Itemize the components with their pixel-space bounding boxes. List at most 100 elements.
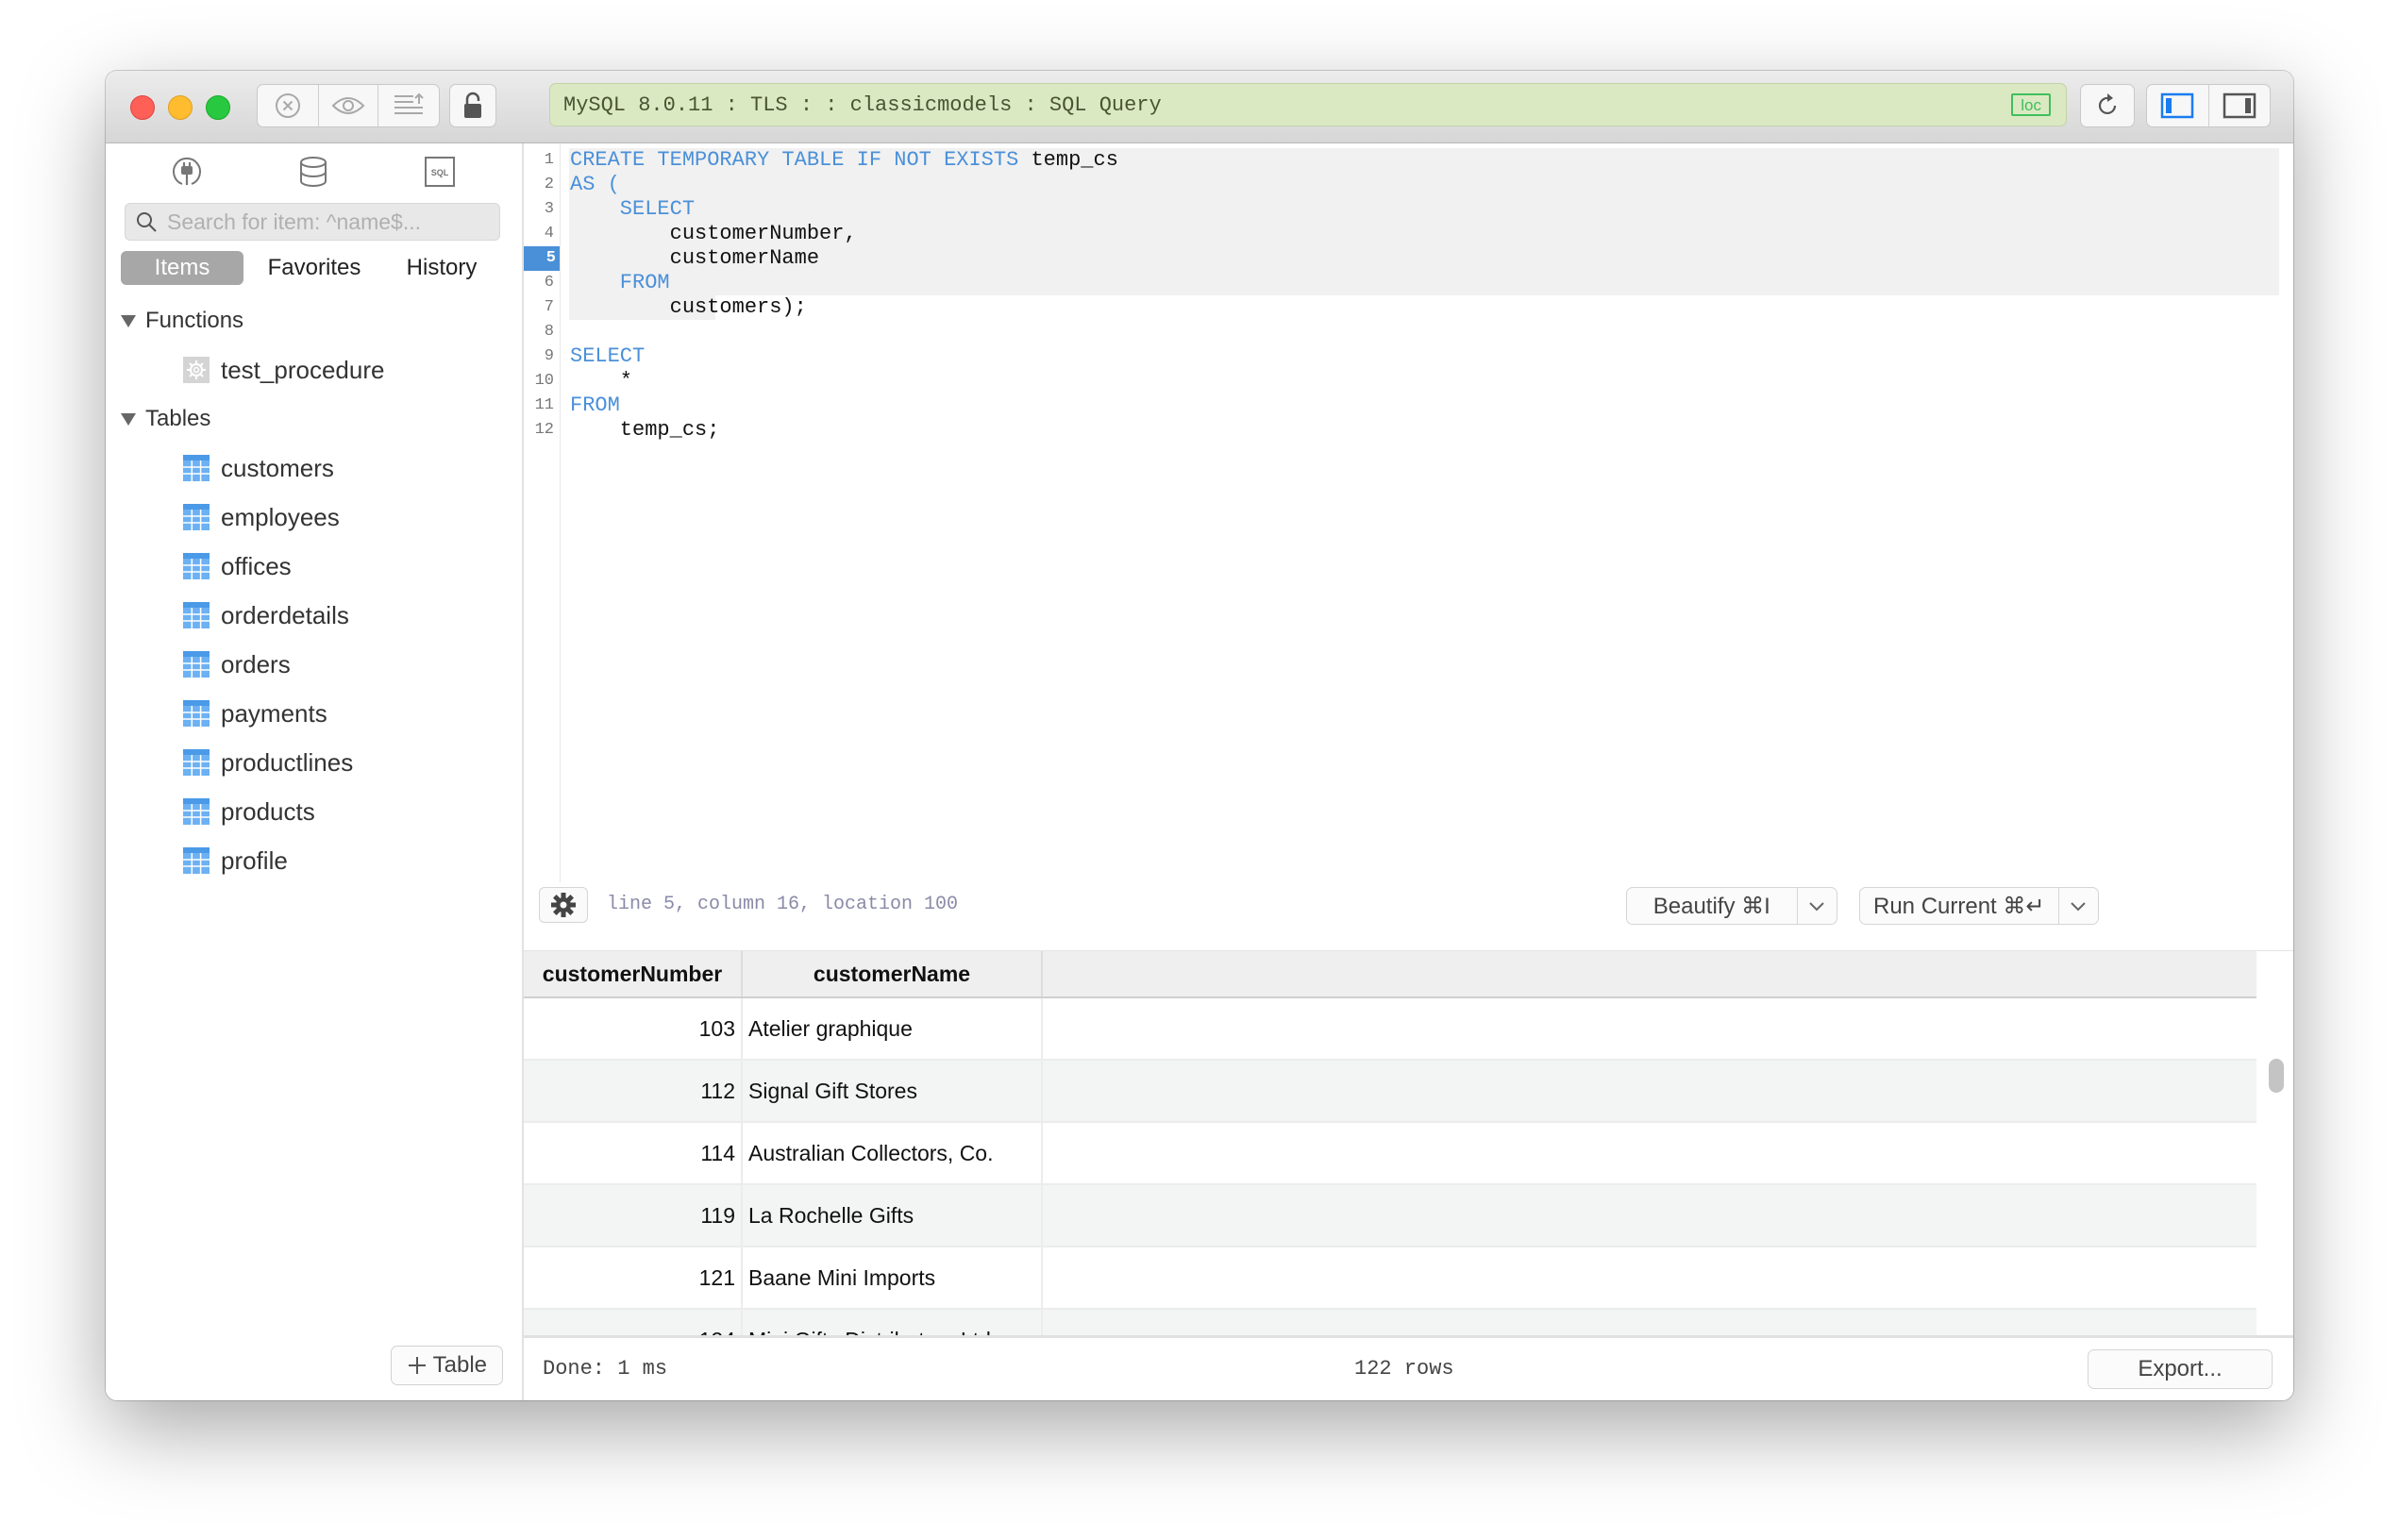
tab-history[interactable]: History [385, 251, 498, 285]
item-tree: Functions test_procedure Tables customer… [106, 296, 522, 885]
add-table-button[interactable]: Table [390, 1346, 503, 1385]
tab-favorites[interactable]: Favorites [243, 251, 385, 285]
sql-token: customerName [570, 246, 820, 270]
table-row[interactable]: 103 Atelier graphique [524, 998, 2256, 1061]
panel-toggle-group [2146, 84, 2271, 127]
table-label: products [221, 796, 315, 826]
table-item[interactable]: customers [106, 444, 522, 493]
cell-customername[interactable]: Signal Gift Stores [743, 1061, 1043, 1121]
connections-button[interactable] [168, 153, 206, 191]
minimize-window-button[interactable] [168, 95, 193, 120]
table-icon [183, 553, 210, 579]
table-item[interactable]: employees [106, 493, 522, 542]
sql-queries-button[interactable]: SQL [421, 153, 459, 191]
code-line: * [570, 369, 632, 393]
toggle-left-sidebar-button[interactable] [2147, 85, 2209, 126]
svg-text:SQL: SQL [431, 168, 449, 177]
cell-customernumber[interactable]: 112 [524, 1061, 743, 1121]
commit-button[interactable] [378, 85, 439, 126]
sql-keyword: FROM [570, 271, 670, 294]
databases-button[interactable] [294, 153, 332, 191]
cell-customername[interactable]: Atelier graphique [743, 998, 1043, 1059]
tab-items[interactable]: Items [121, 251, 243, 285]
table-label: employees [221, 502, 340, 531]
lock-open-icon [464, 92, 481, 118]
preview-button[interactable] [319, 85, 378, 126]
column-header-customernumber[interactable]: customerNumber [524, 951, 743, 996]
toolbar-action-group [257, 84, 440, 127]
code-line: CREATE TEMPORARY TABLE IF NOT EXISTS tem… [570, 148, 1118, 173]
table-list: customers employees offices orderdetails ord… [106, 444, 522, 885]
line-number: 4 [544, 225, 554, 243]
table-item[interactable]: payments [106, 689, 522, 738]
sql-keyword: ( [595, 173, 620, 196]
lock-button[interactable] [449, 84, 496, 127]
sql-editor[interactable]: 1 2 3 4 5 6 7 8 9 10 11 12 CREATE TEMPORARY TABLE I… [524, 143, 2293, 882]
function-item[interactable]: test_procedure [106, 345, 522, 394]
sql-keyword: AS [570, 173, 596, 196]
table-item[interactable]: orders [106, 640, 522, 689]
cell-customernumber[interactable]: 119 [524, 1185, 743, 1246]
table-item[interactable]: offices [106, 542, 522, 591]
search-icon [137, 212, 157, 232]
connection-text: MySQL 8.0.11 : TLS : : classicmodels : S… [563, 92, 1162, 117]
table-label: productlines [221, 747, 354, 777]
table-row[interactable]: 121 Baane Mini Imports [524, 1247, 2256, 1310]
table-item[interactable]: productlines [106, 738, 522, 787]
line-number: 3 [544, 200, 554, 218]
query-time: Done: 1 ms [543, 1357, 668, 1381]
close-circle-icon [276, 93, 300, 118]
table-item[interactable]: profile [106, 836, 522, 885]
export-button[interactable]: Export... [2088, 1349, 2273, 1389]
sql-token: customerNumber, [570, 222, 857, 245]
table-item[interactable]: products [106, 787, 522, 836]
table-label: payments [221, 698, 327, 728]
sql-token: * [570, 369, 633, 393]
stop-query-button[interactable] [258, 85, 319, 126]
results-scrollbar[interactable] [2269, 1059, 2284, 1093]
cell-customername[interactable]: Baane Mini Imports [743, 1247, 1043, 1308]
line-number: 7 [544, 298, 554, 316]
cell-customernumber[interactable]: 114 [524, 1123, 743, 1183]
code-line: customers); [570, 295, 807, 320]
table-icon [183, 651, 210, 678]
results-panel: customerNumber customerName 103 Atelier g… [524, 879, 2293, 1400]
group-label: Tables [145, 406, 211, 431]
results-footer: Done: 1 ms 122 rows Export... [524, 1335, 2293, 1400]
sql-token: temp_cs [1018, 148, 1118, 172]
titlebar: MySQL 8.0.11 : TLS : : classicmodels : S… [106, 71, 2293, 143]
toggle-right-sidebar-button[interactable] [2209, 85, 2271, 126]
line-number: 1 [544, 151, 554, 169]
group-tables[interactable]: Tables [106, 394, 522, 444]
line-number: 12 [534, 421, 554, 439]
results-grid[interactable]: customerNumber customerName 103 Atelier g… [524, 950, 2293, 1400]
table-row[interactable]: 114 Australian Collectors, Co. [524, 1123, 2256, 1185]
eye-icon [331, 97, 365, 114]
connection-info-bar: MySQL 8.0.11 : TLS : : classicmodels : S… [549, 83, 2067, 126]
code-line: FROM [570, 271, 670, 295]
table-row[interactable]: 119 La Rochelle Gifts [524, 1185, 2256, 1247]
table-icon [183, 504, 210, 530]
zoom-window-button[interactable] [206, 95, 230, 120]
sql-keyword: FROM [570, 393, 620, 417]
group-functions[interactable]: Functions [106, 296, 522, 345]
sql-icon: SQL [425, 157, 455, 187]
right-sidebar-icon [2223, 92, 2256, 119]
cell-customernumber[interactable]: 103 [524, 998, 743, 1059]
line-number: 10 [534, 372, 554, 390]
close-window-button[interactable] [130, 95, 155, 120]
table-item[interactable]: orderdetails [106, 591, 522, 640]
line-number: 9 [544, 347, 554, 365]
search-input[interactable] [165, 208, 499, 236]
table-row[interactable]: 112 Signal Gift Stores [524, 1061, 2256, 1123]
refresh-button[interactable] [2080, 84, 2135, 127]
column-header-customername[interactable]: customerName [743, 951, 1043, 996]
sql-keyword: SELECT [570, 344, 646, 368]
refresh-icon [2098, 93, 2117, 114]
cell-customernumber[interactable]: 121 [524, 1247, 743, 1308]
line-number: 11 [534, 396, 554, 414]
group-label: Functions [145, 308, 244, 333]
cell-customername[interactable]: Australian Collectors, Co. [743, 1123, 1043, 1183]
sql-keyword: CREATE TEMPORARY TABLE IF NOT EXISTS [570, 148, 1019, 172]
cell-customername[interactable]: La Rochelle Gifts [743, 1185, 1043, 1246]
